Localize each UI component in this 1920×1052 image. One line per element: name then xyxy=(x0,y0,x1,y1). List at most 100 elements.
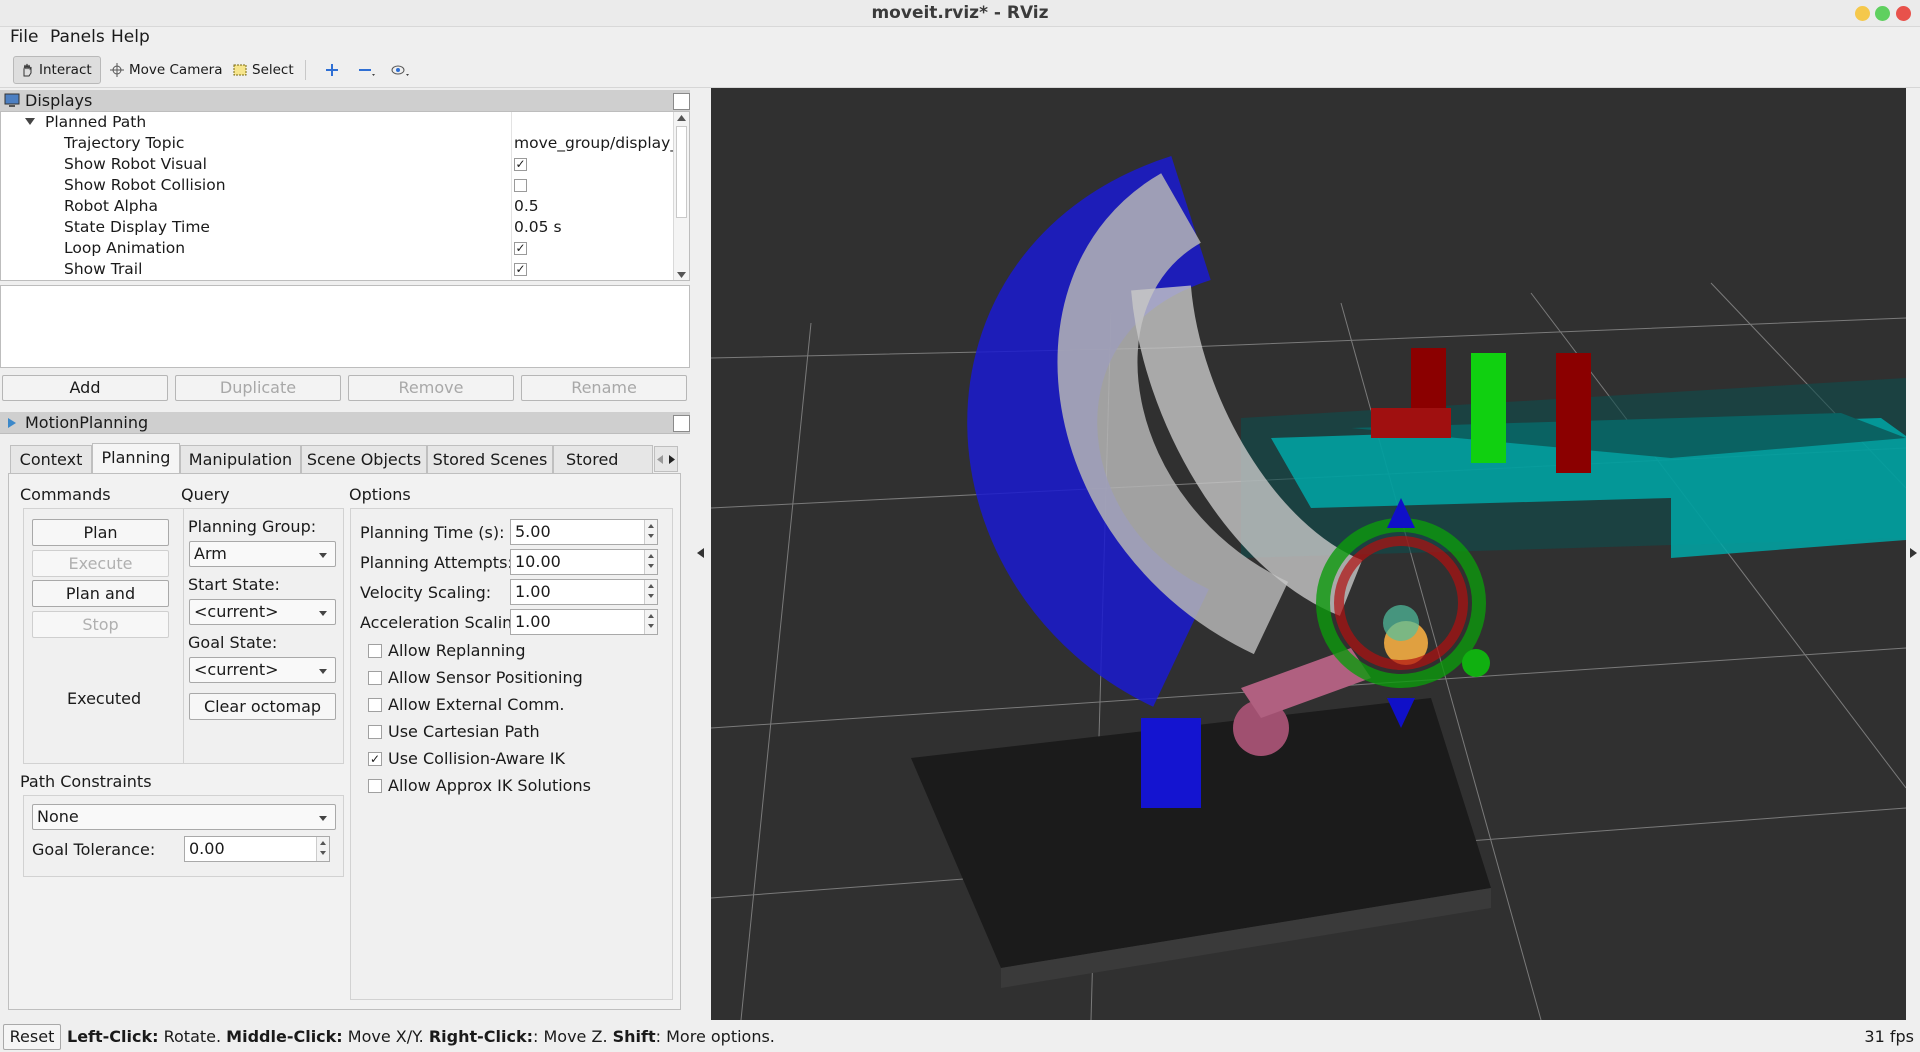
displays-panel-close-checkbox[interactable] xyxy=(673,93,690,110)
motion-planning-icon xyxy=(8,418,16,428)
tab-manipulation[interactable]: Manipulation xyxy=(180,445,301,473)
tab-context[interactable]: Context xyxy=(10,445,92,473)
allow-approx-ik-label: Allow Approx IK Solutions xyxy=(388,776,591,795)
tree-row-show-robot-visual[interactable]: Show Robot Visual ✓ xyxy=(1,154,674,175)
tree-row-state-display-time[interactable]: State Display Time 0.05 s xyxy=(1,217,674,238)
view-tool-button[interactable] xyxy=(385,56,417,84)
tree-row-trajectory-topic[interactable]: Trajectory Topic move_group/display_... xyxy=(1,133,674,154)
remove-tool-button[interactable] xyxy=(352,56,382,84)
goal-tolerance-input[interactable]: 0.00 xyxy=(184,836,330,862)
motion-panel-close-checkbox[interactable] xyxy=(673,415,690,432)
left-dock-splitter[interactable] xyxy=(690,88,711,1020)
spin-arrows[interactable] xyxy=(316,837,329,861)
move-camera-label: Move Camera xyxy=(129,62,223,78)
tree-checkbox[interactable]: ✓ xyxy=(514,263,527,276)
tree-row-planned-path[interactable]: Planned Path xyxy=(1,112,674,133)
tab-scroll-left-icon[interactable] xyxy=(656,455,664,464)
right-dock-splitter[interactable] xyxy=(1906,88,1920,1020)
tree-checkbox[interactable]: ✓ xyxy=(514,242,527,255)
box-green xyxy=(1471,353,1506,463)
displays-tree: Planned Path Trajectory Topic move_group… xyxy=(0,111,690,281)
maximize-button[interactable] xyxy=(1875,6,1890,21)
interact-tool-button[interactable]: Interact xyxy=(13,56,101,84)
minimize-button[interactable] xyxy=(1855,6,1870,21)
tree-row-loop-animation[interactable]: Loop Animation ✓ xyxy=(1,238,674,259)
tab-planning[interactable]: Planning xyxy=(92,443,180,474)
displays-panel-header: Displays xyxy=(0,90,690,112)
spin-arrows[interactable] xyxy=(644,520,657,544)
velocity-scaling-value: 1.00 xyxy=(515,582,551,601)
tab-scroll-buttons[interactable] xyxy=(654,446,678,472)
use-collision-aware-ik-checkbox[interactable]: ✓ xyxy=(368,752,382,766)
collapse-left-icon[interactable] xyxy=(697,548,704,558)
use-cartesian-path-checkbox[interactable] xyxy=(368,725,382,739)
tab-stored-states[interactable]: Stored Stat xyxy=(553,445,653,473)
planning-group-select[interactable]: Arm xyxy=(189,541,336,567)
move-camera-tool-button[interactable]: Move Camera xyxy=(104,56,228,84)
tree-row-show-trail[interactable]: Show Trail ✓ xyxy=(1,259,674,280)
tree-scrollbar[interactable] xyxy=(673,112,689,280)
add-display-button[interactable]: Add xyxy=(2,375,168,401)
hint-left-click: Left-Click: xyxy=(67,1027,159,1046)
spin-arrows[interactable] xyxy=(644,610,657,634)
tab-scroll-right-icon[interactable] xyxy=(668,455,676,464)
monitor-icon xyxy=(4,93,20,107)
stop-button[interactable]: Stop xyxy=(32,611,169,638)
remove-display-button[interactable]: Remove xyxy=(348,375,514,401)
acceleration-scaling-input[interactable]: 1.00 xyxy=(510,609,658,635)
planning-time-label: Planning Time (s): xyxy=(360,523,505,542)
tree-key: State Display Time xyxy=(64,218,210,236)
select-tool-button[interactable]: Select xyxy=(227,56,300,84)
tree-checkbox[interactable] xyxy=(514,179,527,192)
spin-arrows[interactable] xyxy=(644,580,657,604)
path-constraints-select[interactable]: None xyxy=(32,804,336,830)
tree-key: Robot Alpha xyxy=(64,197,158,215)
reset-view-button[interactable]: Reset xyxy=(3,1024,61,1050)
render-3d-view[interactable] xyxy=(711,88,1906,1020)
acceleration-scaling-label: Acceleration Scaling: xyxy=(360,613,528,632)
tree-value[interactable]: 0.05 s xyxy=(514,218,674,236)
menu-help[interactable]: Help xyxy=(111,27,150,47)
planning-attempts-input[interactable]: 10.00 xyxy=(510,549,658,575)
menu-bar: File Panels Help xyxy=(0,27,1920,50)
spin-arrows[interactable] xyxy=(644,550,657,574)
scroll-up-icon[interactable] xyxy=(677,115,686,121)
start-state-select[interactable]: <current> xyxy=(189,599,336,625)
menu-file[interactable]: File xyxy=(10,27,38,47)
duplicate-display-button[interactable]: Duplicate xyxy=(175,375,341,401)
plan-and-execute-button[interactable]: Plan and Execute xyxy=(32,580,169,628)
execute-button[interactable]: Execute xyxy=(32,550,169,577)
goal-state-select[interactable]: <current> xyxy=(189,657,336,683)
goal-state-label: Goal State: xyxy=(188,633,278,652)
scroll-down-icon[interactable] xyxy=(677,272,686,278)
plan-button[interactable]: Plan xyxy=(32,519,169,546)
status-bar: Reset Left-Click: Rotate. Middle-Click: … xyxy=(0,1022,1920,1052)
allow-replanning-checkbox[interactable] xyxy=(368,644,382,658)
allow-external-comm-label: Allow External Comm. xyxy=(388,695,565,714)
menu-panels[interactable]: Panels xyxy=(50,27,105,47)
tab-stored-scenes[interactable]: Stored Scenes xyxy=(427,445,553,473)
collapse-right-icon[interactable] xyxy=(1910,548,1917,558)
allow-sensor-positioning-checkbox[interactable] xyxy=(368,671,382,685)
velocity-scaling-input[interactable]: 1.00 xyxy=(510,579,658,605)
navigation-hint: Left-Click: Rotate. Middle-Click: Move X… xyxy=(67,1027,775,1046)
tree-value[interactable]: 0.5 xyxy=(514,197,674,215)
planning-tab-pane: Commands Plan Execute Plan and Execute S… xyxy=(8,473,681,1010)
scrollbar-thumb[interactable] xyxy=(676,126,687,218)
close-button[interactable] xyxy=(1896,6,1911,21)
tree-row-robot-alpha[interactable]: Robot Alpha 0.5 xyxy=(1,196,674,217)
planning-time-input[interactable]: 5.00 xyxy=(510,519,658,545)
allow-approx-ik-checkbox[interactable] xyxy=(368,779,382,793)
add-tool-button[interactable] xyxy=(319,56,345,84)
tree-checkbox[interactable]: ✓ xyxy=(514,158,527,171)
use-cartesian-path-label: Use Cartesian Path xyxy=(388,722,540,741)
tree-row-show-robot-collision[interactable]: Show Robot Collision xyxy=(1,175,674,196)
tab-scene-objects[interactable]: Scene Objects xyxy=(301,445,427,473)
goal-tolerance-label: Goal Tolerance: xyxy=(32,840,156,859)
clear-octomap-button[interactable]: Clear octomap xyxy=(189,693,336,720)
rename-display-button[interactable]: Rename xyxy=(521,375,687,401)
allow-external-comm-checkbox[interactable] xyxy=(368,698,382,712)
tree-value[interactable]: move_group/display_... xyxy=(514,134,674,152)
minus-icon xyxy=(359,69,375,76)
allow-replanning-label: Allow Replanning xyxy=(388,641,526,660)
